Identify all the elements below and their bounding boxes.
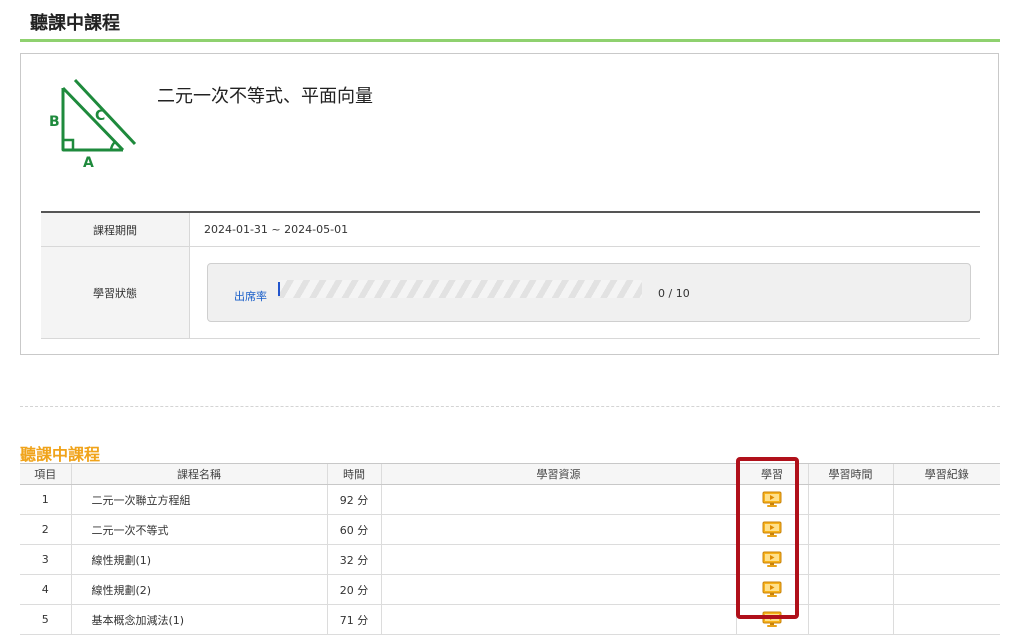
monitor-play-icon[interactable] [762,551,782,568]
period-label: 課程期間 [41,211,190,247]
lesson-study-cell [735,484,808,515]
lesson-name: 基本概念加減法(1) [70,604,327,635]
lesson-num: 2 [20,514,71,545]
lesson-study-cell [735,574,808,605]
monitor-play-icon[interactable] [762,521,782,538]
lesson-study-record [892,604,1000,635]
lesson-study-cell [735,604,808,635]
lesson-num: 4 [20,574,71,605]
lesson-time: 60 分 [326,514,381,545]
lesson-study-time [807,514,893,545]
lesson-study-record [892,484,1000,515]
attendance-panel: 出席率 0 / 10 [207,263,971,322]
lesson-study-record [892,544,1000,575]
lesson-name: 二元一次不等式 [70,514,327,545]
lessons-table: 項目 課程名稱 時間 學習資源 學習 學習時間 學習紀錄 1 二元一次聯立方程組… [20,463,1000,635]
status-label: 學習狀態 [41,246,190,339]
lesson-time: 20 分 [326,574,381,605]
lesson-time: 92 分 [326,484,381,515]
lesson-time: 71 分 [326,604,381,635]
course-name: 二元一次不等式、平面向量 [157,86,373,107]
logo-letter-c: C [95,108,105,124]
course-info-box: B C A 二元一次不等式、平面向量 課程期間 2024-01-31 ~ 202… [20,53,999,355]
period-value: 2024-01-31 ~ 2024-05-01 [189,211,980,247]
course-info-table: 課程期間 2024-01-31 ~ 2024-05-01 學習狀態 出席率 0 … [41,211,980,339]
table-row: 5 基本概念加減法(1) 71 分 [20,604,1000,635]
lesson-study-time [807,604,893,635]
period-row: 課程期間 2024-01-31 ~ 2024-05-01 [41,211,980,247]
monitor-play-icon[interactable] [762,581,782,598]
lesson-study-record [892,514,1000,545]
page-title: 聽課中課程 [30,13,120,34]
logo-letter-b: B [49,114,60,130]
status-cell: 出席率 0 / 10 [189,246,980,339]
col-header-name: 課程名稱 [70,463,327,485]
table-row: 4 線性規劃(2) 20 分 [20,574,1000,605]
title-underline [20,39,1000,42]
col-header-study-record: 學習紀錄 [892,463,1000,485]
lesson-name: 線性規劃(1) [70,544,327,575]
col-header-study: 學習 [735,463,808,485]
status-row: 學習狀態 出席率 0 / 10 [41,246,980,339]
lesson-name: 線性規劃(2) [70,574,327,605]
lessons-section-title: 聽課中課程 [20,445,101,464]
table-row: 1 二元一次聯立方程組 92 分 [20,484,1000,515]
col-header-resource: 學習資源 [380,463,736,485]
lesson-study-time [807,544,893,575]
lesson-study-time [807,574,893,605]
attendance-progress-fill [278,282,280,296]
lesson-study-cell [735,514,808,545]
lesson-study-record [892,574,1000,605]
lesson-resource [380,544,736,575]
lesson-num: 5 [20,604,71,635]
attendance-label: 出席率 [234,290,267,303]
lesson-resource [380,514,736,545]
triangle-abc-icon: B C A [49,78,137,170]
lesson-num: 3 [20,544,71,575]
col-header-time: 時間 [326,463,381,485]
logo-letter-a: A [83,155,94,170]
lesson-name: 二元一次聯立方程組 [70,484,327,515]
col-header-num: 項目 [20,463,71,485]
lessons-header-row: 項目 課程名稱 時間 學習資源 學習 學習時間 學習紀錄 [20,463,1000,485]
lesson-time: 32 分 [326,544,381,575]
col-header-study-time: 學習時間 [807,463,893,485]
lesson-study-cell [735,544,808,575]
lesson-study-time [807,484,893,515]
lesson-num: 1 [20,484,71,515]
table-row: 2 二元一次不等式 60 分 [20,514,1000,545]
attendance-progress-bar [278,280,642,298]
monitor-play-icon[interactable] [762,611,782,628]
table-row: 3 線性規劃(1) 32 分 [20,544,1000,575]
lesson-resource [380,574,736,605]
monitor-play-icon[interactable] [762,491,782,508]
section-divider [20,406,1000,407]
lesson-resource [380,604,736,635]
attendance-value: 0 / 10 [658,287,690,300]
lesson-resource [380,484,736,515]
